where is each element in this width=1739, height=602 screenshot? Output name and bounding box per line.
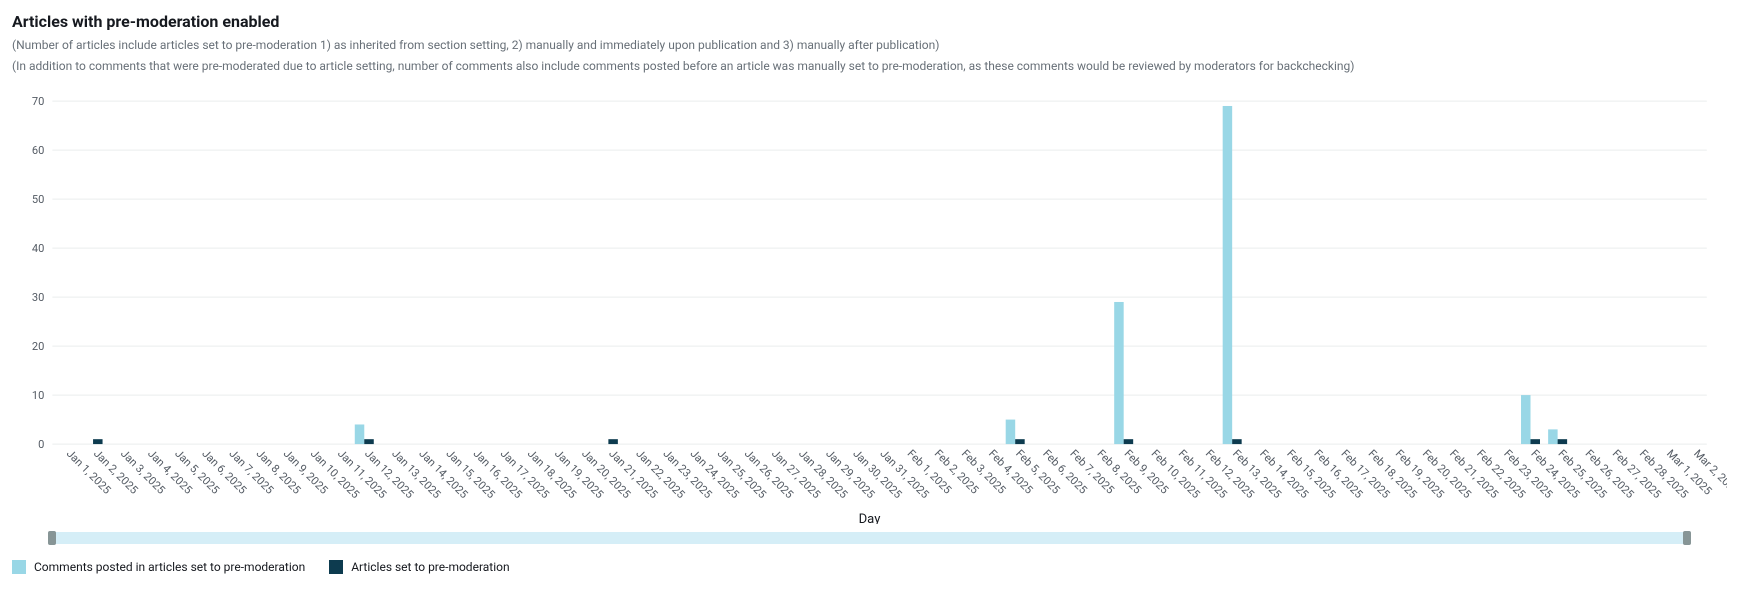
range-slider[interactable] xyxy=(52,532,1687,544)
svg-text:40: 40 xyxy=(32,242,44,255)
svg-text:50: 50 xyxy=(32,193,44,206)
chart-subtitle-2: (In addition to comments that were pre-m… xyxy=(12,58,1727,75)
bar-chart: 010203040506070Jan 1, 2025Jan 2, 2025Jan… xyxy=(12,91,1727,525)
svg-text:0: 0 xyxy=(38,438,44,451)
legend-label-comments: Comments posted in articles set to pre-m… xyxy=(34,560,305,574)
legend-item-articles[interactable]: Articles set to pre-moderation xyxy=(329,560,509,574)
legend-swatch-comments xyxy=(12,560,26,574)
chart-title: Articles with pre-moderation enabled xyxy=(12,12,1727,31)
svg-text:30: 30 xyxy=(32,291,44,304)
chart-area: 010203040506070Jan 1, 2025Jan 2, 2025Jan… xyxy=(12,91,1727,545)
svg-text:Day: Day xyxy=(859,511,882,524)
svg-text:20: 20 xyxy=(32,340,44,353)
chart-subtitle-1: (Number of articles include articles set… xyxy=(12,37,1727,54)
legend-label-articles: Articles set to pre-moderation xyxy=(351,560,509,574)
legend-item-comments[interactable]: Comments posted in articles set to pre-m… xyxy=(12,560,305,574)
legend-swatch-articles xyxy=(329,560,343,574)
svg-text:60: 60 xyxy=(32,144,44,157)
slider-handle-left[interactable] xyxy=(48,531,56,545)
legend: Comments posted in articles set to pre-m… xyxy=(12,560,1727,574)
svg-text:70: 70 xyxy=(32,95,44,108)
slider-handle-right[interactable] xyxy=(1683,531,1691,545)
svg-text:10: 10 xyxy=(32,389,44,402)
